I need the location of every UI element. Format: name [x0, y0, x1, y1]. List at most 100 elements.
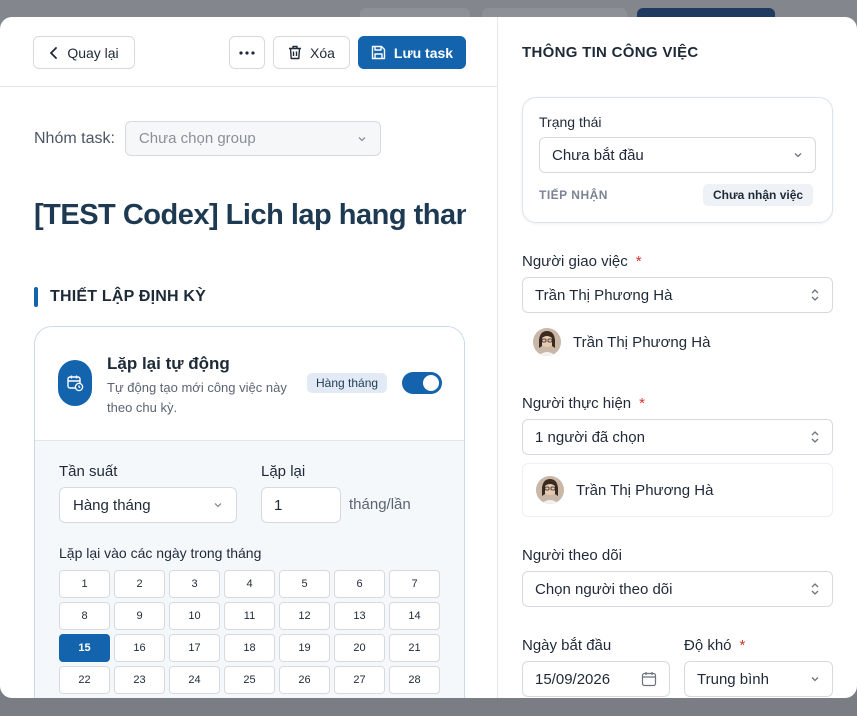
group-select-value: Chưa chọn group	[138, 130, 256, 147]
day-17-button[interactable]: 17	[169, 634, 220, 662]
day-18-button[interactable]: 18	[224, 634, 275, 662]
chevron-left-icon	[50, 46, 58, 59]
assigner-person-name: Trần Thị Phương Hà	[573, 333, 711, 351]
updown-icon	[811, 431, 819, 443]
assignee-label: Người thực hiện *	[522, 395, 645, 412]
back-button[interactable]: Quay lại	[33, 36, 135, 69]
toggle-knob	[423, 375, 439, 391]
auto-repeat-toggle[interactable]	[402, 372, 442, 394]
required-mark: *	[739, 637, 746, 654]
repeat-unit: tháng/lần	[349, 496, 411, 513]
avatar	[533, 328, 561, 356]
watcher-label: Người theo dõi	[522, 547, 622, 564]
frequency-badge: Hàng tháng	[307, 373, 388, 393]
difficulty-label: Độ khó *	[684, 637, 745, 654]
difficulty-label-text: Độ khó	[684, 637, 732, 654]
group-label: Nhóm task:	[34, 129, 115, 147]
day-28-button[interactable]: 28	[389, 666, 440, 694]
day-19-button[interactable]: 19	[279, 634, 330, 662]
day-16-button[interactable]: 16	[114, 634, 165, 662]
difficulty-select[interactable]: Trung bình	[684, 661, 833, 697]
required-mark: *	[635, 253, 642, 270]
day-12-button[interactable]: 12	[279, 602, 330, 630]
day-2-button[interactable]: 2	[114, 570, 165, 598]
day-27-button[interactable]: 27	[334, 666, 385, 694]
day-13-button[interactable]: 13	[334, 602, 385, 630]
status-select-value: Chưa bắt đầu	[552, 146, 644, 164]
day-11-button[interactable]: 11	[224, 602, 275, 630]
save-icon	[371, 45, 386, 60]
assigner-select-value: Trần Thị Phương Hà	[535, 286, 673, 304]
day-6-button[interactable]: 6	[334, 570, 385, 598]
day-21-button[interactable]: 21	[389, 634, 440, 662]
day-1-button[interactable]: 1	[59, 570, 110, 598]
watcher-select[interactable]: Chọn người theo dõi	[522, 571, 833, 607]
day-3-button[interactable]: 3	[169, 570, 220, 598]
assigner-label-text: Người giao việc	[522, 253, 628, 270]
frequency-select[interactable]: Hàng tháng	[59, 487, 237, 523]
updown-icon	[811, 289, 819, 301]
assignee-select-value: 1 người đã chọn	[535, 428, 645, 446]
status-label: Trạng thái	[539, 114, 602, 130]
recurrence-section-header: THIẾT LẬP ĐỊNH KỲ	[34, 287, 206, 307]
day-25-button[interactable]: 25	[224, 666, 275, 694]
calendar-icon[interactable]	[641, 671, 657, 687]
group-row: Nhóm task: Chưa chọn group	[34, 121, 381, 156]
frequency-label: Tần suất	[59, 463, 118, 480]
day-9-button[interactable]: 9	[114, 602, 165, 630]
day-23-button[interactable]: 23	[114, 666, 165, 694]
assignee-person-name: Trần Thị Phương Hà	[576, 481, 714, 499]
start-date-value: 15/09/2026	[535, 670, 611, 688]
delete-button[interactable]: Xóa	[273, 36, 350, 69]
chevron-down-icon	[794, 153, 802, 158]
auto-repeat-header: Lặp lại tự động Tự động tạo mới công việ…	[35, 327, 464, 441]
save-button[interactable]: Lưu task	[358, 36, 466, 69]
day-7-button[interactable]: 7	[389, 570, 440, 598]
day-26-button[interactable]: 26	[279, 666, 330, 694]
task-info-pane: THÔNG TIN CÔNG VIỆC Trạng thái Chưa bắt …	[498, 17, 857, 698]
receive-status-badge: Chưa nhận việc	[703, 184, 814, 206]
frequency-select-value: Hàng tháng	[73, 496, 151, 514]
day-22-button[interactable]: 22	[59, 666, 110, 694]
start-date-input[interactable]: 15/09/2026	[522, 661, 670, 697]
task-title[interactable]: [TEST Codex] Lich lap hang thang	[34, 199, 466, 232]
day-grid: 1 2 3 4 5 6 7 8 9 10 11 12 13 14 15 16 17 18 19 20 21 22 23 24 2…	[59, 570, 440, 694]
day-5-button[interactable]: 5	[279, 570, 330, 598]
repeat-label: Lặp lại	[261, 463, 306, 480]
day-15-button[interactable]: 15	[59, 634, 110, 662]
assigner-select[interactable]: Trần Thị Phương Hà	[522, 277, 833, 313]
status-card: Trạng thái Chưa bắt đầu TIẾP NHẬN Chưa n…	[522, 97, 833, 223]
chevron-down-icon	[214, 503, 222, 508]
save-label: Lưu task	[393, 44, 454, 61]
assignee-select[interactable]: 1 người đã chọn	[522, 419, 833, 455]
watcher-select-value: Chọn người theo dõi	[535, 580, 673, 598]
more-button[interactable]	[229, 36, 265, 69]
group-select[interactable]: Chưa chọn group	[124, 121, 381, 156]
day-24-button[interactable]: 24	[169, 666, 220, 694]
back-label: Quay lại	[67, 44, 119, 61]
task-editor-pane: Quay lại Xóa Lưu task Nhóm task: Chưa ch…	[0, 17, 498, 698]
day-10-button[interactable]: 10	[169, 602, 220, 630]
task-modal: Quay lại Xóa Lưu task Nhóm task: Chưa ch…	[0, 17, 857, 698]
repeat-interval-input[interactable]: 1	[261, 487, 341, 523]
days-label: Lặp lại vào các ngày trong tháng	[59, 545, 262, 561]
updown-icon	[811, 583, 819, 595]
day-8-button[interactable]: 8	[59, 602, 110, 630]
recurrence-card: Lặp lại tự động Tự động tạo mới công việ…	[34, 326, 465, 698]
required-mark: *	[639, 395, 645, 412]
day-14-button[interactable]: 14	[389, 602, 440, 630]
receive-label: TIẾP NHẬN	[539, 188, 608, 202]
info-title: THÔNG TIN CÔNG VIỆC	[522, 44, 699, 61]
difficulty-select-value: Trung bình	[697, 670, 769, 688]
auto-repeat-description: Tự động tạo mới công việc này theo chu k…	[107, 380, 287, 415]
auto-repeat-title: Lặp lại tự động	[107, 354, 230, 373]
assigner-person: Trần Thị Phương Hà	[522, 320, 833, 364]
calendar-repeat-icon	[58, 360, 92, 406]
section-title: THIẾT LẬP ĐỊNH KỲ	[50, 288, 207, 305]
status-select[interactable]: Chưa bắt đầu	[539, 137, 816, 173]
avatar	[536, 476, 564, 504]
day-4-button[interactable]: 4	[224, 570, 275, 598]
chevron-down-icon	[358, 136, 366, 141]
day-20-button[interactable]: 20	[334, 634, 385, 662]
more-icon	[239, 50, 255, 55]
